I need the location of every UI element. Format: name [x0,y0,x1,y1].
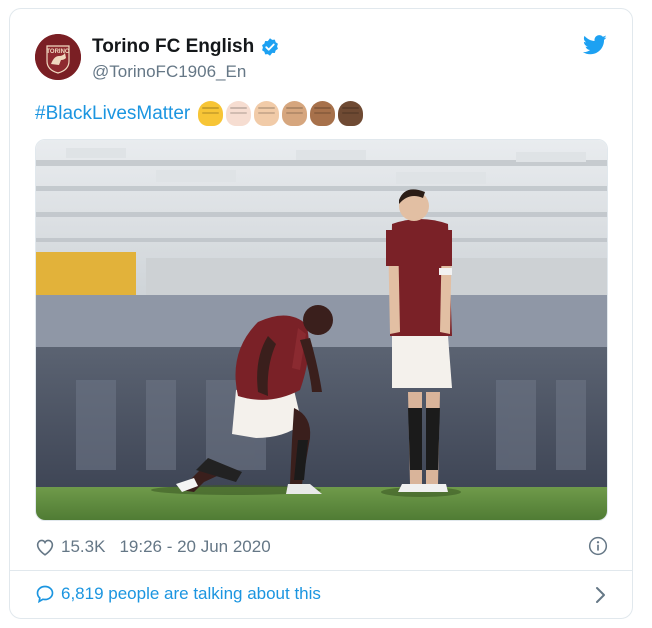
verified-badge-icon [262,38,279,56]
tweet-card[interactable]: TORINO Torino FC English @TorinoFC1906_E… [9,8,633,619]
avatar-text: TORINO [46,49,70,55]
like-count[interactable]: 15.3K [61,537,105,557]
raised-fist-icon [254,101,280,126]
account-handle[interactable]: @TorinoFC1906_En [92,62,246,82]
heart-icon[interactable] [35,538,55,556]
tweet-photo[interactable] [35,139,608,521]
info-icon[interactable] [588,536,608,556]
raised-fist-icon [310,101,336,126]
raised-fist-icon [198,101,224,126]
chevron-right-icon[interactable] [594,585,608,605]
hashtag-link[interactable]: #BlackLivesMatter [35,103,190,125]
divider [10,570,632,571]
twitter-bird-icon[interactable] [583,35,607,55]
speech-bubble-icon [36,585,54,604]
tweet-text: #BlackLivesMatter [35,101,364,126]
display-name[interactable]: Torino FC English [92,36,254,58]
conversation-link[interactable]: 6,819 people are talking about this [35,584,321,604]
tweet-timestamp[interactable]: 19:26 - 20 Jun 2020 [119,537,270,557]
raised-fist-emoji-row [198,101,364,126]
raised-fist-icon [226,101,252,126]
conversation-text[interactable]: 6,819 people are talking about this [61,584,321,604]
raised-fist-icon [282,101,308,126]
avatar[interactable]: TORINO [35,34,81,80]
account-name-row[interactable]: Torino FC English [92,36,280,58]
raised-fist-icon [338,101,364,126]
tweet-meta-row: 15.3K 19:26 - 20 Jun 2020 [35,535,608,559]
